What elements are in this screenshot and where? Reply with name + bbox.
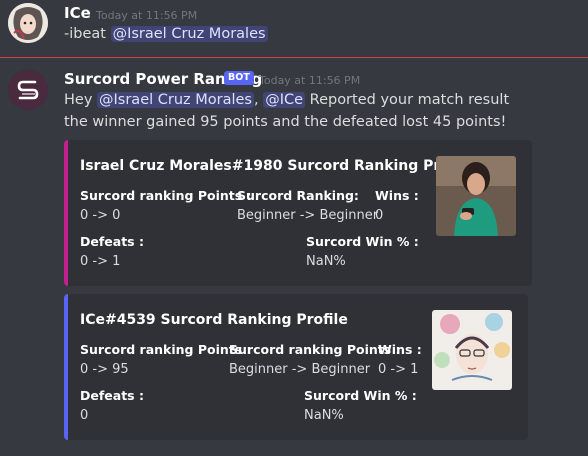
profile-thumbnail[interactable]: [436, 156, 516, 236]
bot-badge: BOT: [224, 71, 254, 85]
field-name: Defeats :: [80, 388, 144, 403]
field-value: Beginner -> Beginner: [229, 362, 371, 377]
user-mention[interactable]: @Israel Cruz Morales: [97, 92, 254, 108]
timestamp: Today at 11:56 PM: [259, 74, 361, 87]
field-name: Surcord ranking Points :: [229, 342, 401, 357]
field-value: Beginner -> Beginner: [237, 208, 379, 223]
message-ice: ICe Today at 11:56 PM -ibeat @Israel Cru…: [0, 0, 588, 50]
ranking-embed-israel: Israel Cruz Morales#1980 Surcord Ranking…: [64, 140, 532, 286]
report-text: Reported your match result: [305, 92, 510, 108]
bot-message-line-1: Hey @Israel Cruz Morales, @ICe Reported …: [64, 92, 509, 108]
embed-title: ICe#4539 Surcord Ranking Profile: [80, 312, 348, 328]
command-text: -ibeat: [64, 26, 111, 42]
field-name: Wins :: [375, 188, 419, 203]
avatar-bot[interactable]: [8, 70, 48, 110]
field-name: Surcord Win % :: [306, 234, 419, 249]
field-value: 0 -> 0: [80, 208, 121, 223]
surcord-logo-icon: [8, 70, 48, 110]
field-name: Surcord Ranking:: [237, 188, 359, 203]
field-name: Surcord ranking Points :: [80, 188, 252, 203]
ranking-embed-ice: ICe#4539 Surcord Ranking Profile Surcord…: [64, 294, 528, 440]
user-mention[interactable]: @ICe: [263, 92, 306, 108]
timestamp: Today at 11:56 PM: [96, 9, 198, 22]
bot-message-line-2: the winner gained 95 points and the defe…: [64, 114, 507, 130]
field-name: Surcord Win % :: [304, 388, 417, 403]
field-value: 0 -> 1: [378, 362, 419, 377]
user-mention[interactable]: @Israel Cruz Morales: [110, 26, 268, 42]
profile-thumbnail[interactable]: [432, 310, 512, 390]
field-name: Surcord ranking Points :: [80, 342, 252, 357]
embed-accent-bar: [64, 294, 68, 440]
embed-title: Israel Cruz Morales#1980 Surcord Ranking…: [80, 158, 475, 174]
field-value: NaN%: [304, 408, 344, 423]
username-ice[interactable]: ICe: [64, 4, 91, 22]
field-value: 0 -> 1: [80, 254, 121, 269]
field-value: NaN%: [306, 254, 346, 269]
field-name: Wins :: [378, 342, 422, 357]
field-value: 0 -> 95: [80, 362, 129, 377]
field-value: 0: [375, 208, 384, 223]
field-value: 0: [80, 408, 89, 423]
new-messages-divider: [0, 57, 588, 58]
avatar-ice[interactable]: [8, 3, 48, 43]
embed-accent-bar: [64, 140, 68, 286]
message-text: -ibeat @Israel Cruz Morales: [64, 26, 268, 42]
anime-art-icon: [432, 310, 512, 390]
avatar-ice-image-icon: [8, 3, 48, 43]
greeting-text: Hey: [64, 92, 98, 108]
person-photo-icon: [436, 156, 516, 236]
separator-text: ,: [253, 92, 259, 108]
field-name: Defeats :: [80, 234, 144, 249]
